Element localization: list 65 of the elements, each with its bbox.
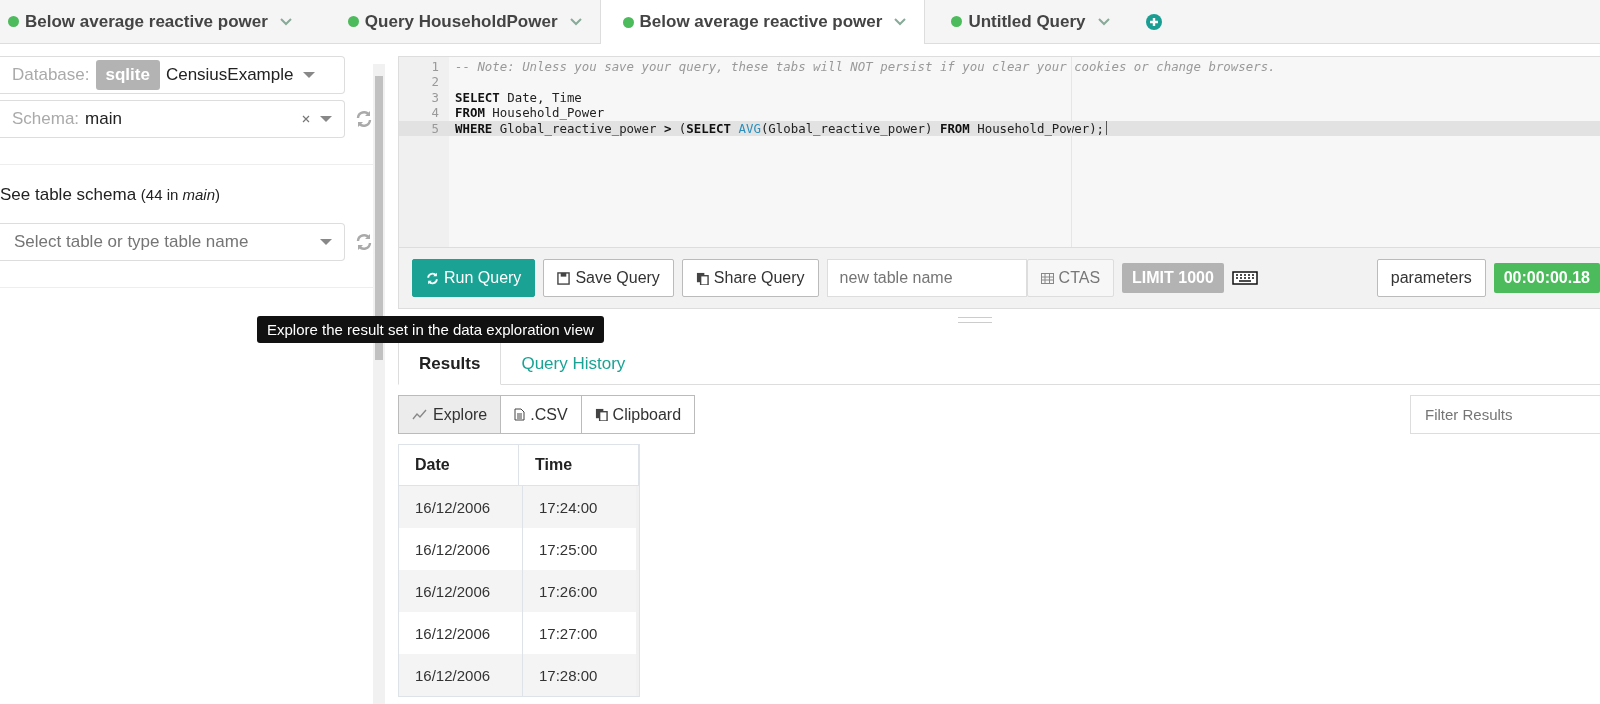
line-number: 2 — [430, 74, 440, 90]
table-schema-heading: See table schema (44 in main) — [0, 185, 222, 205]
engine-label: sqlite — [95, 60, 160, 90]
table-cell: 16/12/2006 — [399, 654, 523, 696]
code-line: SELECT Date, Time — [455, 89, 582, 106]
add-tab-icon[interactable] — [1145, 13, 1162, 30]
refresh-icon[interactable] — [355, 233, 373, 251]
schema-select[interactable]: Schema: main — [0, 100, 345, 138]
chevron-down-icon[interactable] — [1097, 17, 1110, 26]
table-icon — [1040, 272, 1054, 284]
document-icon — [514, 408, 526, 421]
ctas-button[interactable]: CTAS — [1026, 259, 1115, 297]
timer-label: 00:00:00.18 — [1493, 263, 1600, 293]
refresh-icon — [426, 271, 439, 285]
explore-button[interactable]: Explore — [398, 395, 502, 434]
share-query-button[interactable]: Share Query — [681, 259, 819, 297]
status-dot-icon — [8, 16, 19, 27]
line-number: 1 — [430, 59, 440, 75]
status-dot-icon — [622, 16, 634, 28]
table-name-field[interactable]: new table name — [826, 259, 1027, 297]
table-cell-text: 17:24:00 — [538, 497, 599, 518]
filter-field[interactable]: Filter Results — [1410, 395, 1600, 434]
code-editor[interactable] — [398, 56, 1600, 248]
query-tab[interactable]: Below average reactive power — [0, 0, 310, 43]
chevron-down-icon[interactable] — [894, 18, 907, 26]
caret-icon — [303, 72, 316, 78]
tooltip: Explore the result set in the data exploration view — [257, 316, 604, 343]
line-number: 3 — [430, 89, 440, 106]
table-cell-text: 17:28:00 — [538, 665, 599, 686]
query-tab[interactable]: Untitled Query — [925, 0, 1128, 43]
caret-icon — [320, 239, 332, 245]
table-name-input[interactable]: Select table or type table name — [12, 231, 310, 253]
code-line: -- Note: Unless you save your query, these tabs will NOT persist if you clear your cookies or change browsers. — [455, 59, 1276, 75]
query-tab[interactable]: Query HouseholdPower — [309, 0, 600, 43]
csv-button[interactable]: .CSV — [500, 395, 582, 434]
chevron-down-icon[interactable] — [279, 17, 292, 26]
clear-icon[interactable] — [302, 115, 310, 123]
line-number: 4 — [430, 105, 440, 121]
code-line: WHERE Global_reactive_power > (SELECT AVG(Global_reactive_power) FROM Household_Power); — [455, 120, 1105, 136]
status-dot-icon — [347, 16, 359, 27]
database-select[interactable]: Database: sqlite CensiusExample — [0, 56, 345, 94]
query-tab[interactable]: Below average reactive power — [599, 0, 926, 44]
table-cell-text: 17:26:00 — [538, 581, 599, 602]
chevron-down-icon[interactable] — [569, 17, 582, 26]
save-query-button[interactable]: Save Query — [543, 259, 674, 297]
clipboard-button[interactable]: Clipboard — [580, 395, 696, 434]
table-cell: 16/12/2006 — [399, 486, 523, 528]
column-header[interactable]: Time — [519, 445, 639, 485]
resize-handle[interactable] — [958, 317, 992, 323]
status-dot-icon — [951, 16, 963, 27]
scrollbar[interactable] — [636, 486, 639, 696]
copy-icon — [594, 408, 608, 421]
code-line: FROM Household_Power — [455, 105, 605, 121]
refresh-icon[interactable] — [355, 110, 373, 128]
table-cell: 16/12/2006 — [399, 570, 523, 612]
copy-icon — [695, 271, 709, 285]
table-cell-text: 17:25:00 — [538, 539, 599, 560]
line-number: 5 — [399, 120, 449, 136]
keyboard-icon[interactable] — [1231, 271, 1258, 285]
parameters-button[interactable]: parameters — [1376, 259, 1486, 297]
table-select[interactable]: Select table or type table name — [0, 223, 345, 261]
line-chart-icon — [412, 409, 428, 420]
table-cell-text: 17:27:00 — [538, 623, 599, 644]
column-header[interactable]: Date — [399, 445, 519, 485]
caret-icon — [320, 116, 332, 122]
